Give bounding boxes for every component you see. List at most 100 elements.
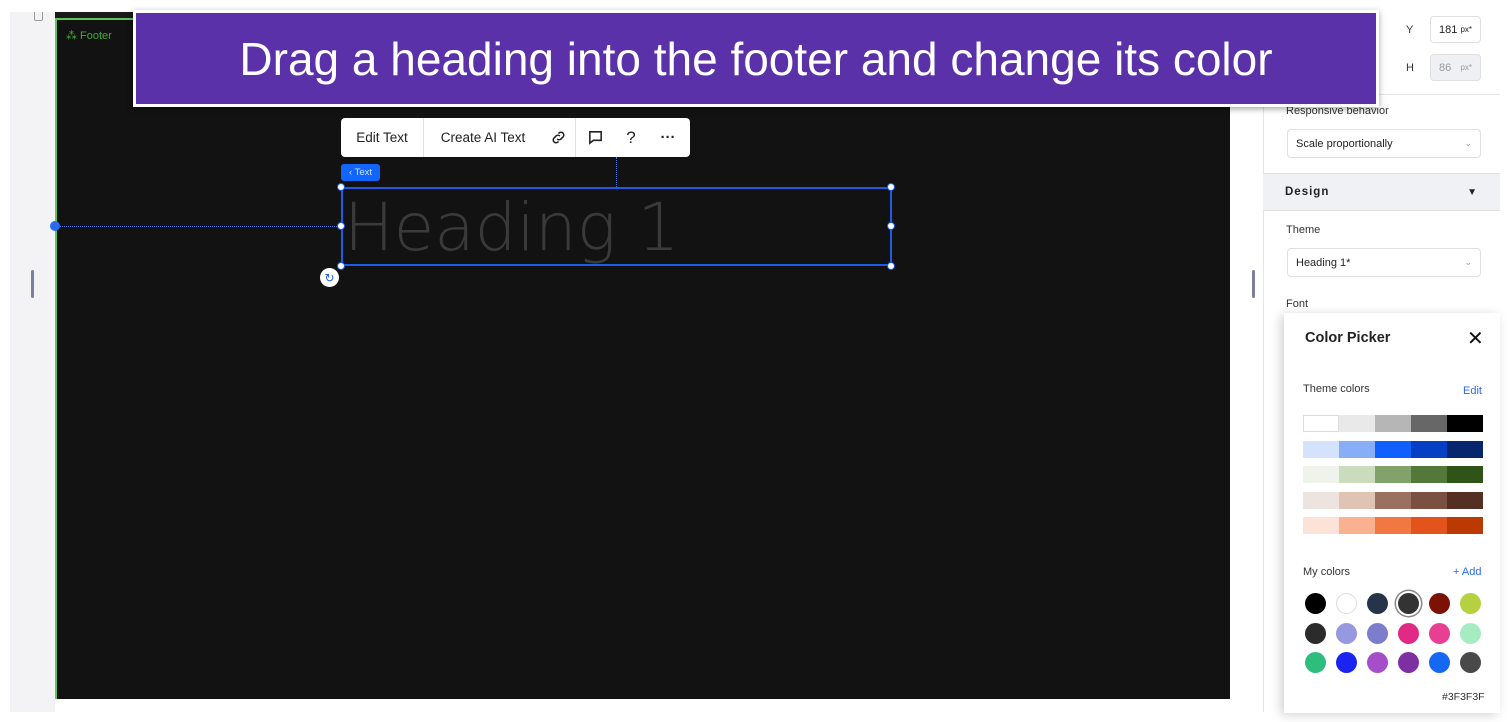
h-value: 86: [1439, 61, 1452, 74]
edit-text-button[interactable]: Edit Text: [341, 118, 423, 157]
my-color-row: [1305, 652, 1481, 673]
link-icon[interactable]: [542, 118, 575, 157]
y-position-input[interactable]: 181 px*: [1430, 16, 1481, 43]
my-color-swatch[interactable]: [1305, 652, 1326, 673]
theme-color-swatch[interactable]: [1447, 440, 1483, 458]
y-label: Y: [1406, 24, 1414, 36]
design-label: Design: [1285, 186, 1330, 198]
theme-color-row: [1303, 517, 1483, 534]
footer-label-text: Footer: [80, 29, 112, 42]
theme-color-swatch[interactable]: [1375, 491, 1411, 509]
rotate-icon[interactable]: ↻: [320, 268, 339, 287]
theme-value: Heading 1*: [1296, 256, 1351, 269]
my-color-swatch[interactable]: [1367, 652, 1388, 673]
theme-color-swatch[interactable]: [1339, 466, 1375, 483]
theme-color-swatch[interactable]: [1339, 440, 1375, 458]
my-color-swatch[interactable]: [1429, 622, 1450, 644]
theme-color-swatch[interactable]: [1447, 415, 1483, 432]
responsive-behavior-dropdown[interactable]: Scale proportionally ⌄: [1287, 129, 1481, 158]
resize-handle-mr[interactable]: [887, 222, 895, 230]
theme-color-swatch[interactable]: [1411, 440, 1447, 458]
vertical-guide-line: [616, 157, 617, 187]
instruction-banner: Drag a heading into the footer and chang…: [133, 10, 1379, 107]
resize-handle-tr[interactable]: [887, 183, 895, 191]
theme-color-row: [1303, 415, 1483, 432]
resize-handle-ml[interactable]: [337, 222, 345, 230]
my-color-swatch[interactable]: [1398, 622, 1419, 644]
resize-handle-tl[interactable]: [337, 183, 345, 191]
theme-color-swatch[interactable]: [1303, 491, 1339, 509]
footer-section-label[interactable]: ⁂ Footer: [66, 29, 112, 43]
y-value: 181: [1439, 23, 1458, 36]
theme-color-swatch[interactable]: [1339, 415, 1375, 432]
theme-colors-label: Theme colors: [1303, 383, 1370, 395]
my-color-swatch[interactable]: [1305, 593, 1326, 614]
theme-color-swatch[interactable]: [1339, 517, 1375, 534]
selection-box[interactable]: [341, 187, 892, 266]
my-color-swatch[interactable]: [1429, 652, 1450, 673]
left-resize-handle[interactable]: [31, 270, 34, 298]
hex-value[interactable]: #3F3F3F: [1442, 691, 1485, 703]
theme-color-swatch[interactable]: [1447, 466, 1483, 483]
my-color-swatch[interactable]: [1336, 622, 1357, 644]
y-unit: px*: [1460, 25, 1472, 34]
help-button[interactable]: ?: [614, 118, 648, 157]
my-color-swatch[interactable]: [1367, 593, 1388, 614]
theme-color-swatch[interactable]: [1375, 466, 1411, 483]
theme-color-swatch[interactable]: [1411, 415, 1447, 432]
theme-color-swatch[interactable]: [1447, 517, 1483, 534]
theme-color-swatch[interactable]: [1339, 491, 1375, 509]
my-color-swatch[interactable]: [1336, 652, 1357, 673]
theme-color-swatch[interactable]: [1375, 415, 1411, 432]
page-icon[interactable]: [34, 12, 43, 21]
my-color-row: [1305, 593, 1481, 614]
add-color-link[interactable]: + Add: [1453, 566, 1481, 578]
theme-color-row: [1303, 466, 1483, 483]
theme-dropdown[interactable]: Heading 1* ⌄: [1287, 248, 1481, 277]
theme-color-swatch[interactable]: [1375, 440, 1411, 458]
theme-color-swatch[interactable]: [1447, 491, 1483, 509]
font-label: Font: [1286, 298, 1309, 310]
h-label: H: [1406, 62, 1414, 74]
h-unit: px*: [1460, 63, 1472, 72]
chevron-down-icon: ⌄: [1464, 257, 1472, 267]
comment-icon[interactable]: [576, 118, 614, 157]
close-icon[interactable]: ✕: [1467, 326, 1484, 351]
right-resize-handle[interactable]: [1252, 270, 1255, 298]
my-color-swatch[interactable]: [1305, 622, 1326, 644]
theme-color-swatch[interactable]: [1375, 517, 1411, 534]
theme-color-swatch[interactable]: [1411, 517, 1447, 534]
resize-handle-bl[interactable]: [337, 262, 345, 270]
my-color-swatch[interactable]: [1429, 593, 1450, 614]
my-colors-label: My colors: [1303, 566, 1351, 578]
theme-color-swatch[interactable]: [1411, 491, 1447, 509]
my-color-row: [1305, 622, 1481, 644]
resize-handle-br[interactable]: [887, 262, 895, 270]
theme-color-row: [1303, 440, 1483, 458]
theme-color-swatch[interactable]: [1303, 517, 1339, 534]
my-color-swatch[interactable]: [1367, 622, 1388, 644]
design-section-header[interactable]: Design ▼: [1263, 173, 1500, 211]
my-color-swatch[interactable]: [1398, 652, 1419, 673]
height-input: 86 px*: [1430, 54, 1481, 81]
color-picker-popup: Color Picker ✕ Theme colors Edit My colo…: [1284, 313, 1500, 713]
theme-color-swatch[interactable]: [1303, 466, 1339, 483]
footer-icon: ⁂: [66, 30, 77, 42]
theme-label: Theme: [1286, 224, 1321, 236]
create-ai-text-button[interactable]: Create AI Text: [424, 118, 542, 157]
left-toolbar-strip: [10, 12, 55, 712]
color-picker-title: Color Picker: [1305, 330, 1391, 346]
theme-color-swatch[interactable]: [1303, 415, 1339, 432]
more-actions-button[interactable]: ···: [648, 118, 688, 157]
my-color-swatch[interactable]: [1460, 593, 1481, 614]
text-element-tag[interactable]: ‹ Text: [341, 164, 380, 181]
theme-color-swatch[interactable]: [1411, 466, 1447, 483]
my-color-swatch[interactable]: [1336, 593, 1357, 614]
my-color-swatch[interactable]: [1460, 652, 1481, 673]
my-color-swatch[interactable]: [1460, 622, 1481, 644]
edit-theme-colors-link[interactable]: Edit: [1463, 385, 1482, 397]
text-floating-toolbar: Edit Text Create AI Text ? ···: [341, 118, 690, 157]
theme-color-swatch[interactable]: [1303, 440, 1339, 458]
my-color-swatch[interactable]: [1398, 593, 1419, 614]
caret-down-icon: ▼: [1467, 186, 1478, 198]
